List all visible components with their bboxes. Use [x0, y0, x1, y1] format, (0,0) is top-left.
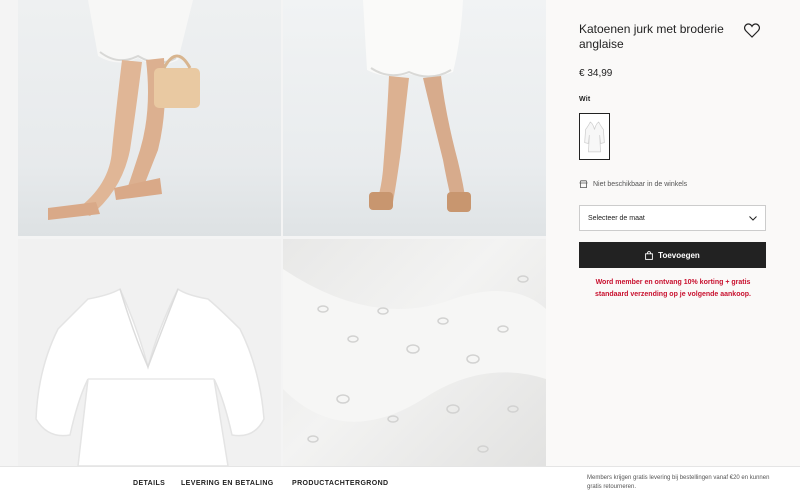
product-info-panel: Katoenen jurk met broderie anglaise € 34…	[546, 0, 800, 466]
member-delivery-note: Members krijgen gratis levering bij best…	[587, 475, 770, 490]
product-image-flatlay[interactable]	[18, 239, 281, 466]
tab-product-background[interactable]: PRODUCTACHTERGROND	[292, 480, 389, 487]
store-availability-text: Niet beschikbaar in de winkels	[593, 180, 688, 188]
size-select-placeholder: Selecteer de maat	[588, 214, 645, 222]
tab-details[interactable]: DETAILS	[133, 480, 165, 487]
product-image-fabric-detail[interactable]	[283, 239, 546, 466]
color-swatch-white[interactable]	[579, 113, 610, 160]
store-icon	[579, 180, 588, 188]
heart-icon[interactable]	[743, 23, 761, 38]
tab-delivery-payment[interactable]: LEVERING EN BETALING	[181, 480, 274, 487]
chevron-down-icon	[749, 215, 757, 221]
product-image-model-front[interactable]	[18, 0, 281, 236]
add-to-bag-label: Toevoegen	[658, 250, 700, 260]
product-gallery	[0, 0, 546, 466]
add-to-bag-button[interactable]: Toevoegen	[579, 242, 766, 268]
member-promo-text[interactable]: Word member en ontvang 10% korting + gra…	[586, 277, 760, 301]
store-availability: Niet beschikbaar in de winkels	[579, 180, 687, 188]
product-title: Katoenen jurk met broderie anglaise	[579, 22, 724, 51]
size-select[interactable]: Selecteer de maat	[579, 205, 766, 231]
color-label: Wit	[579, 96, 591, 103]
product-price: € 34,99	[579, 68, 613, 79]
product-image-model-back[interactable]	[283, 0, 546, 236]
bag-icon	[645, 250, 654, 260]
